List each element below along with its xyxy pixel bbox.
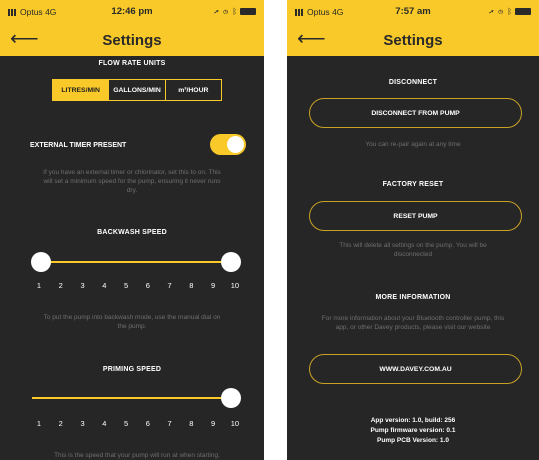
reset-pump-button[interactable]: RESET PUMP	[309, 201, 522, 231]
priming-speed-label: PRIMING SPEED	[102, 366, 162, 373]
more-info-help: For more information about your Bluetoot…	[321, 315, 505, 331]
page-title: Settings	[102, 32, 162, 49]
header-bar: Optus 4G 7:57 am ➚ ◷ ᛒ ⟵ Settings	[287, 0, 539, 56]
status-bar: Optus 4G 7:57 am ➚ ◷ ᛒ	[287, 5, 539, 21]
tick-label: 3	[80, 419, 85, 428]
battery-icon	[515, 8, 531, 15]
settings-screen-left: Optus 4G 12:46 pm ➚ ◷ ᛒ ⟵ Settings FLOW …	[0, 0, 264, 460]
location-icon: ➚	[489, 7, 495, 16]
flow-rate-label: FLOW RATE UNITS	[98, 60, 166, 67]
page-title: Settings	[383, 32, 443, 49]
tick-label: 4	[102, 419, 107, 428]
status-bar: Optus 4G 12:46 pm ➚ ◷ ᛒ	[0, 5, 264, 21]
alarm-icon: ◷	[223, 7, 229, 16]
tick-label: 8	[189, 281, 194, 290]
backwash-slider-track[interactable]	[41, 261, 231, 263]
factory-reset-label: FACTORY RESET	[382, 181, 444, 188]
tick-label: 3	[80, 281, 85, 290]
tick-label: 6	[145, 419, 150, 428]
external-timer-label: EXTERNAL TIMER PRESENT	[30, 142, 127, 149]
unit-litres-button[interactable]: LITRES/MIN	[53, 80, 109, 100]
priming-thumb[interactable]	[221, 388, 241, 408]
tick-label: 5	[123, 281, 129, 290]
firmware-version: Pump firmware version: 0.1	[370, 427, 456, 434]
nav-row: ⟵ Settings	[0, 26, 264, 54]
tick-label: 7	[167, 281, 172, 290]
bluetooth-icon: ᛒ	[232, 7, 238, 16]
flow-rate-unit-selector: LITRES/MIN GALLONS/MIN m³/HOUR	[52, 79, 222, 101]
more-info-label: MORE INFORMATION	[375, 294, 451, 301]
pcb-version: Pump PCB Version: 1.0	[377, 437, 449, 444]
priming-slider-track[interactable]	[32, 397, 231, 399]
tick-label: 2	[58, 419, 63, 428]
reset-help: This will delete all settings on the pum…	[339, 242, 487, 258]
tick-label: 7	[167, 419, 172, 428]
external-timer-toggle[interactable]	[210, 134, 246, 155]
backwash-min-thumb[interactable]	[31, 252, 51, 272]
tick-label: 1	[36, 419, 42, 428]
tick-label: 4	[102, 281, 107, 290]
tick-label: 1	[36, 281, 42, 290]
tick-label: 6	[145, 281, 150, 290]
header-bar: Optus 4G 12:46 pm ➚ ◷ ᛒ ⟵ Settings	[0, 0, 264, 56]
backwash-speed-label: BACKWASH SPEED	[97, 229, 167, 236]
unit-cubic-meters-button[interactable]: m³/HOUR	[164, 80, 221, 100]
nav-row: ⟵ Settings	[287, 26, 539, 54]
bluetooth-icon: ᛒ	[507, 7, 513, 16]
backwash-help: To put the pump into backwash mode, use …	[43, 314, 221, 330]
tick-label: 9	[211, 281, 216, 290]
website-button[interactable]: WWW.DAVEY.COM.AU	[309, 354, 522, 384]
toggle-knob	[227, 136, 244, 153]
disconnect-help: You can re-pair again at any time	[365, 141, 461, 148]
app-version: App version: 1.0, build: 256	[370, 417, 456, 424]
location-icon: ➚	[214, 7, 220, 16]
backwash-tick-labels: 1 2 3 4 5 6 7 8 9 10	[32, 281, 242, 290]
priming-tick-labels: 1 2 3 4 5 6 7 8 9 10	[32, 419, 242, 428]
alarm-icon: ◷	[498, 7, 504, 16]
tick-label: 2	[58, 281, 63, 290]
priming-help: This is the speed that your pump will ru…	[54, 452, 220, 459]
status-icons: ➚ ◷ ᛒ	[489, 7, 531, 16]
tick-label: 10	[230, 281, 240, 290]
disconnect-label: DISCONNECT	[388, 79, 438, 86]
settings-screen-right: Optus 4G 7:57 am ➚ ◷ ᛒ ⟵ Settings DISCON…	[287, 0, 539, 460]
tick-label: 8	[189, 419, 194, 428]
battery-icon	[240, 8, 256, 15]
tick-label: 5	[123, 419, 129, 428]
tick-label: 9	[211, 419, 216, 428]
unit-gallons-button[interactable]: GALLONS/MIN	[108, 80, 164, 100]
status-icons: ➚ ◷ ᛒ	[214, 7, 256, 16]
backwash-max-thumb[interactable]	[221, 252, 241, 272]
disconnect-button[interactable]: DISCONNECT FROM PUMP	[309, 98, 522, 128]
external-timer-help: If you have an external timer or chlorin…	[43, 169, 221, 194]
tick-label: 10	[230, 419, 240, 428]
